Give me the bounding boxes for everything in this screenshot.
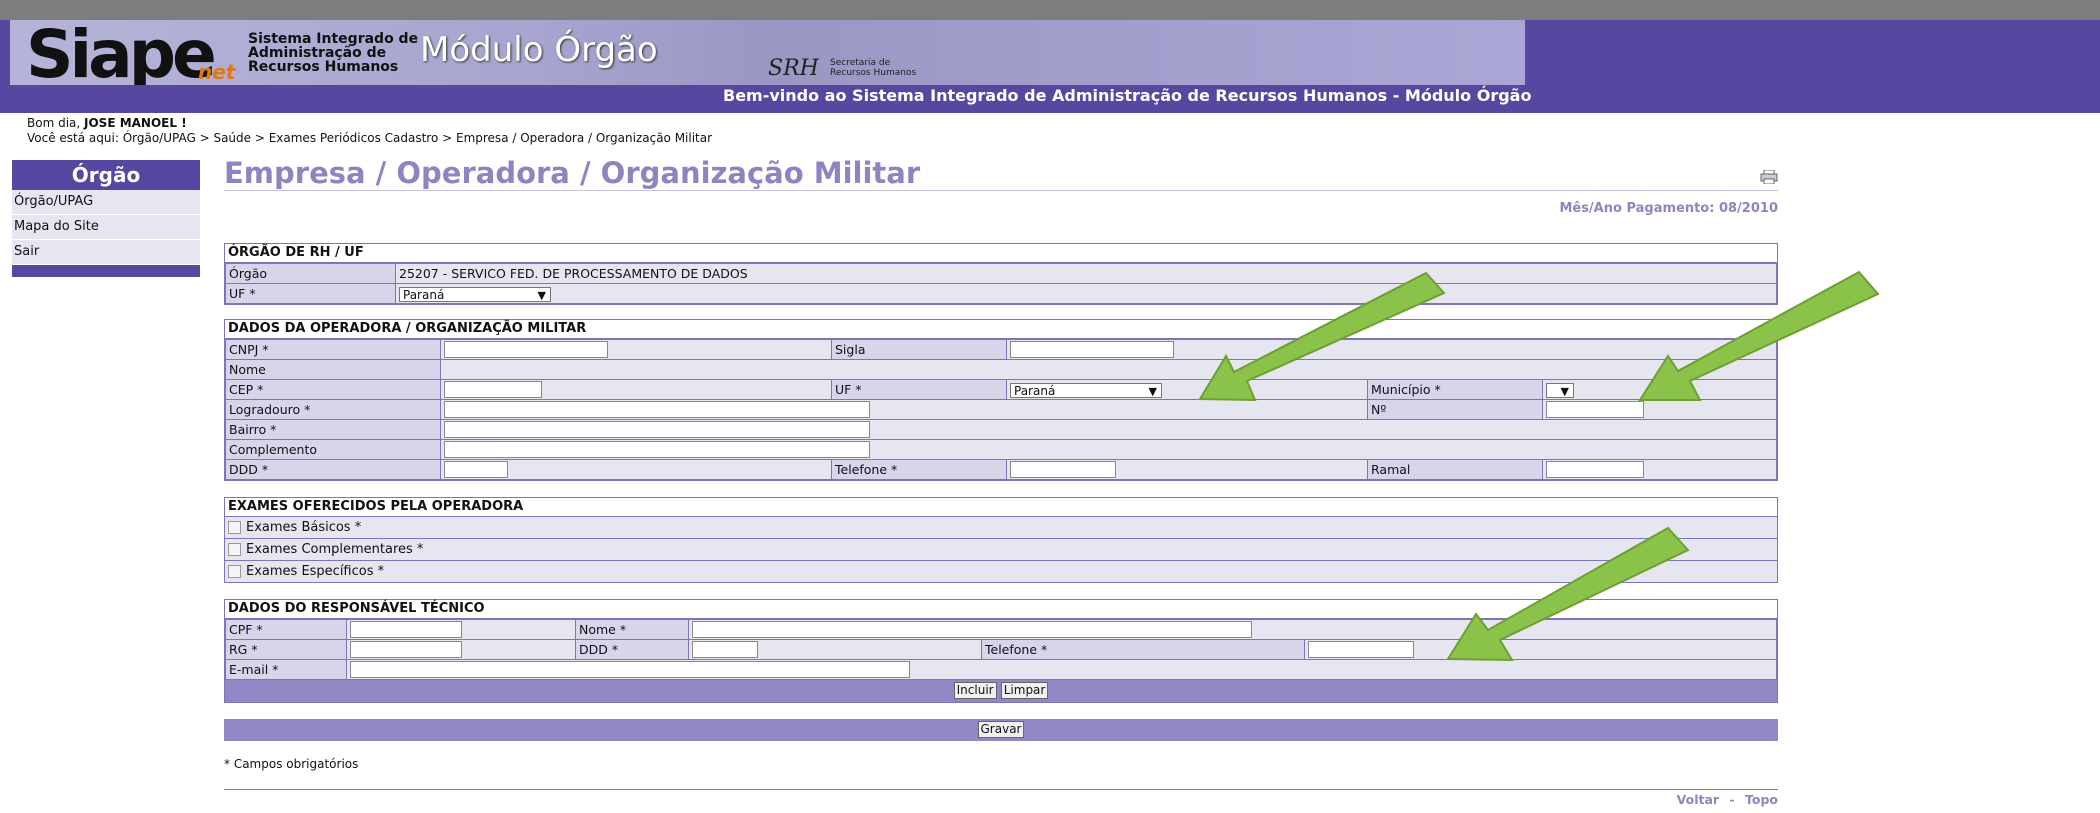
numero-label: Nº (1367, 399, 1543, 420)
numero-input[interactable] (1546, 401, 1644, 418)
greeting: Bom dia, JOSE MANOEL ! Você está aqui: Ó… (27, 116, 713, 145)
section-title: DADOS DA OPERADORA / ORGANIZAÇÃO MILITAR (225, 320, 1777, 339)
telefone-input[interactable] (1308, 641, 1414, 658)
printer-icon[interactable] (1760, 170, 1778, 184)
section-title: DADOS DO RESPONSÁVEL TÉCNICO (225, 600, 1777, 619)
section-title: ÓRGÃO DE RH / UF (225, 244, 1777, 263)
logradouro-input[interactable] (444, 401, 870, 418)
siape-net-logo: net (198, 60, 236, 84)
operadora-section: DADOS DA OPERADORA / ORGANIZAÇÃO MILITAR… (224, 319, 1778, 481)
incluir-button[interactable]: Incluir (953, 682, 997, 699)
required-fields-note: * Campos obrigatórios (224, 757, 359, 771)
cep-label: CEP * (225, 379, 441, 400)
module-title: Módulo Órgão (420, 30, 658, 70)
footer-separator: - (1729, 792, 1735, 807)
site-header: Siape net Sistema Integrado de Administr… (0, 20, 2100, 113)
gravar-button[interactable]: Gravar (977, 721, 1025, 738)
exames-section: EXAMES OFERECIDOS PELA OPERADORA Exames … (224, 497, 1778, 583)
chevron-down-icon: ▼ (537, 288, 546, 302)
exames-complementares-checkbox[interactable] (228, 543, 241, 556)
ddd-label: DDD * (225, 459, 441, 480)
ddd-input[interactable] (444, 461, 508, 478)
logo-subtitle: Sistema Integrado de Administração de Re… (248, 31, 419, 75)
gravar-bar: Gravar (224, 719, 1778, 741)
bairro-label: Bairro * (225, 419, 441, 440)
cpf-input[interactable] (350, 621, 462, 638)
topo-link[interactable]: Topo (1745, 792, 1778, 807)
srh-subtitle: Secretaria de Recursos Humanos (830, 58, 917, 78)
orgao-rh-section: ÓRGÃO DE RH / UF Órgão 25207 - SERVICO F… (224, 243, 1778, 305)
breadcrumb: Você está aqui: Órgão/UPAG > Saúde > Exa… (27, 131, 713, 145)
main-content: Empresa / Operadora / Organização Milita… (224, 156, 1778, 807)
orgao-uf-select[interactable]: Paraná ▼ (399, 286, 551, 302)
page-title: Empresa / Operadora / Organização Milita… (224, 156, 1778, 191)
cnpj-label: CNPJ * (225, 339, 441, 360)
sidebar-item-mapa-do-site[interactable]: Mapa do Site (12, 215, 200, 240)
sigla-label: Sigla (831, 339, 1007, 360)
cnpj-input[interactable] (444, 341, 608, 358)
exames-basicos-checkbox[interactable] (228, 521, 241, 534)
logradouro-label: Logradouro * (225, 399, 441, 420)
siape-logo: Siape (26, 20, 217, 85)
rg-input[interactable] (350, 641, 462, 658)
complemento-input[interactable] (444, 441, 870, 458)
responsavel-button-bar: Incluir Limpar (225, 680, 1777, 702)
telefone-label: Telefone * (831, 459, 1007, 480)
cep-input[interactable] (444, 381, 542, 398)
top-strip (0, 0, 2100, 20)
cpf-label: CPF * (225, 619, 347, 640)
exames-complementares-row[interactable]: Exames Complementares * (225, 538, 1777, 560)
nome-value (440, 359, 1777, 380)
exames-basicos-row[interactable]: Exames Básicos * (225, 516, 1777, 538)
srh-logo: SRH (768, 56, 819, 81)
rg-label: RG * (225, 639, 347, 660)
orgao-value: 25207 - SERVICO FED. DE PROCESSAMENTO DE… (395, 263, 1777, 284)
sidebar-item-sair[interactable]: Sair (12, 240, 200, 265)
sidebar-footer (12, 265, 200, 277)
email-label: E-mail * (225, 659, 347, 680)
responsavel-section: DADOS DO RESPONSÁVEL TÉCNICO CPF * Nome … (224, 599, 1778, 703)
sidebar-item-orgao-upag[interactable]: Órgão/UPAG (12, 190, 200, 215)
voltar-link[interactable]: Voltar (1677, 792, 1719, 807)
banner: Siape net Sistema Integrado de Administr… (10, 20, 1525, 85)
user-name: JOSE MANOEL ! (84, 116, 187, 130)
ramal-input[interactable] (1546, 461, 1644, 478)
sidebar-title: Órgão (12, 160, 200, 190)
orgao-label: Órgão (225, 263, 396, 284)
sidebar: Órgão Órgão/UPAG Mapa do Site Sair (12, 160, 200, 277)
pay-period: Mês/Ano Pagamento: 08/2010 (1559, 201, 1778, 216)
chevron-down-icon: ▼ (1148, 384, 1157, 398)
limpar-button[interactable]: Limpar (1000, 682, 1049, 699)
footer-links: Voltar - Topo (224, 792, 1778, 807)
nome-label: Nome (225, 359, 441, 380)
ddd-label: DDD * (575, 639, 689, 660)
municipio-label: Município * (1367, 379, 1543, 400)
telefone-input[interactable] (1010, 461, 1116, 478)
sigla-input[interactable] (1010, 341, 1174, 358)
nome-label: Nome * (575, 619, 689, 640)
complemento-label: Complemento (225, 439, 441, 460)
section-title: EXAMES OFERECIDOS PELA OPERADORA (225, 498, 1777, 516)
uf-label: UF * (225, 283, 396, 304)
nome-input[interactable] (692, 621, 1252, 638)
ddd-input[interactable] (692, 641, 758, 658)
bairro-input[interactable] (444, 421, 870, 438)
exames-especificos-row[interactable]: Exames Específicos * (225, 560, 1777, 582)
ramal-label: Ramal (1367, 459, 1543, 480)
telefone-label: Telefone * (981, 639, 1305, 660)
operadora-uf-select[interactable]: Paraná ▼ (1010, 382, 1162, 398)
uf-label: UF * (831, 379, 1007, 400)
exames-especificos-checkbox[interactable] (228, 565, 241, 578)
email-input[interactable] (350, 661, 910, 678)
chevron-down-icon: ▼ (1560, 384, 1569, 398)
footer-divider (224, 789, 1778, 790)
municipio-select[interactable]: ▼ (1546, 382, 1574, 398)
